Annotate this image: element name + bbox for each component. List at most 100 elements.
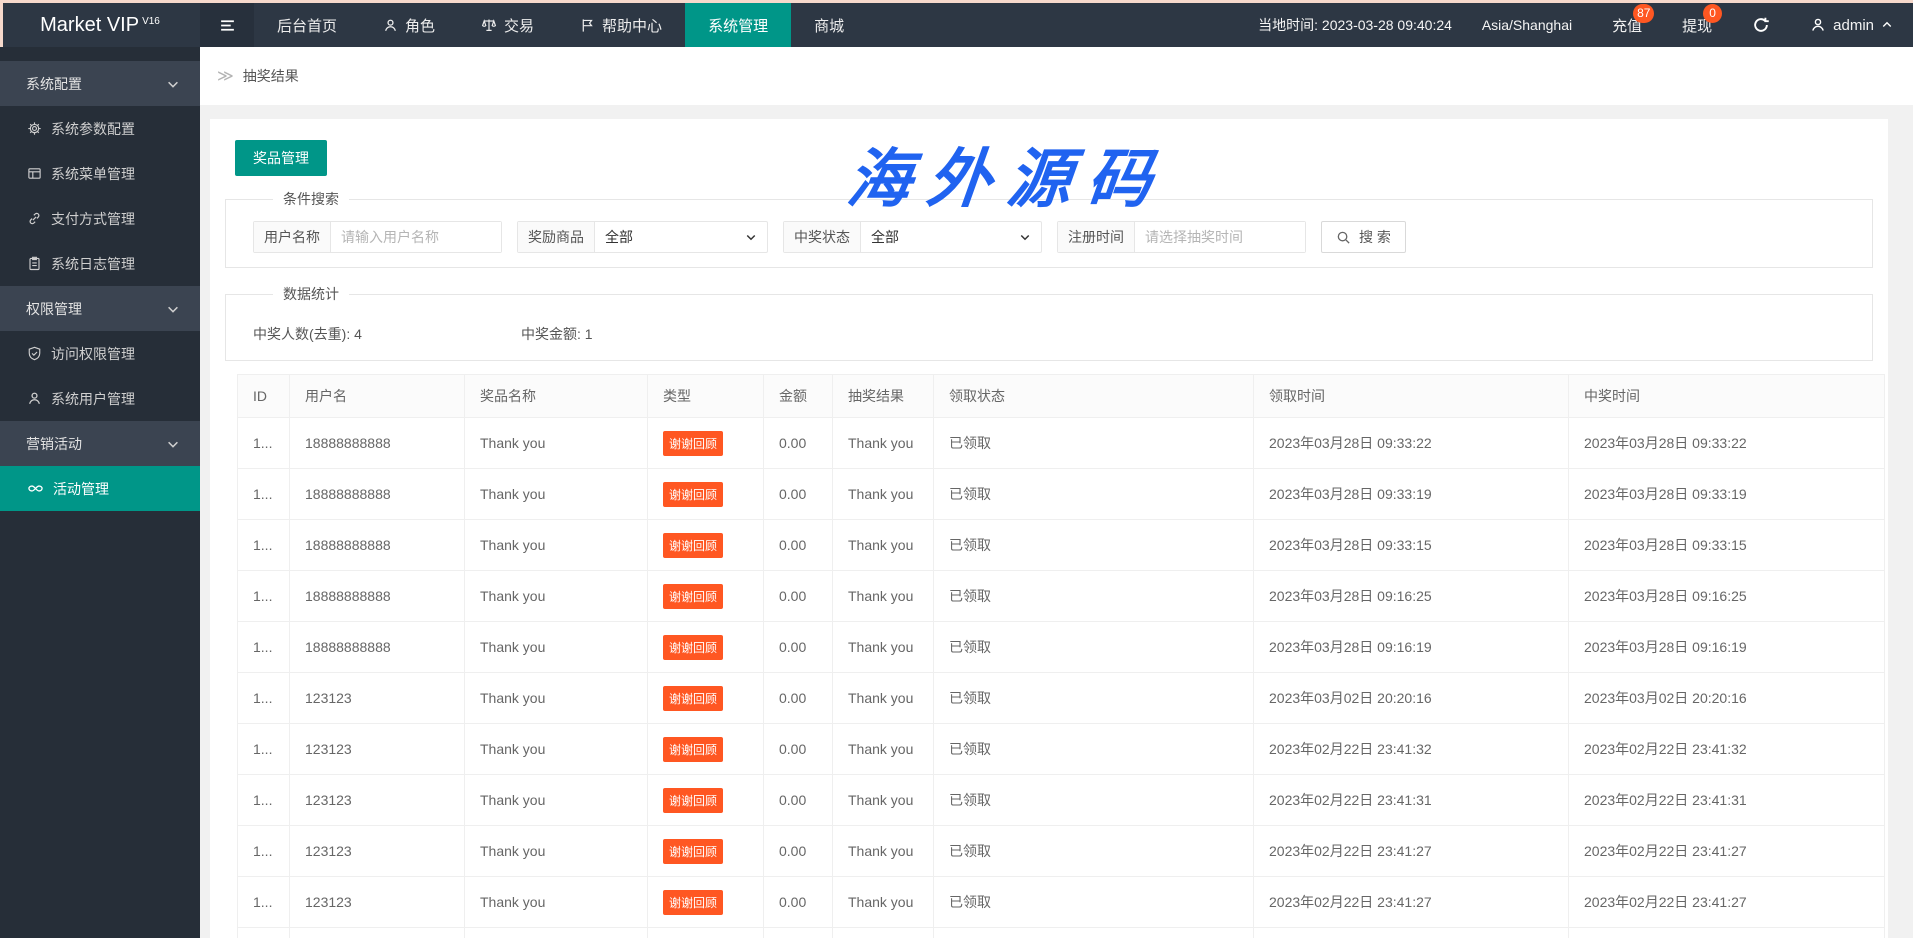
status-select[interactable]: 全部: [861, 222, 1041, 252]
cell-draw-result: Thank you: [832, 417, 934, 469]
cell-win-time: 2023年03月28日 09:16:19: [1568, 621, 1885, 673]
draw-time-input[interactable]: [1135, 222, 1305, 252]
search-button[interactable]: 搜 索: [1321, 221, 1406, 253]
cell-draw-result: Thank you: [832, 519, 934, 571]
sidebar-item[interactable]: 支付方式管理: [0, 196, 200, 241]
user-menu[interactable]: admin: [1810, 17, 1893, 34]
cell-prize-name: Thank you: [464, 774, 648, 826]
sidebar-item[interactable]: 访问权限管理: [0, 331, 200, 376]
cell-claim-time: 2023年03月28日 09:33:19: [1253, 468, 1569, 520]
cell-prize-name: Thank you: [464, 825, 648, 877]
status-select-value: 全部: [871, 229, 899, 245]
cell-amount: 0.00: [763, 672, 833, 724]
cell-username: 18888888888: [289, 417, 465, 469]
status-select-label: 中奖状态: [784, 222, 861, 252]
table-row: 1... 18888888888 Thank you 谢谢回顾 0.00 Tha…: [237, 570, 1885, 622]
chevron-down-icon: [746, 234, 756, 241]
sidebar-item[interactable]: 活动管理: [0, 466, 200, 511]
withdraw-button[interactable]: 提现 0: [1682, 3, 1723, 36]
cell-username: 123123: [289, 927, 465, 938]
column-header: 领取时间: [1253, 374, 1569, 418]
sidebar-group-header[interactable]: 系统配置: [0, 61, 200, 106]
table-row: 1... 18888888888 Thank you 谢谢回顾 0.00 Tha…: [237, 621, 1885, 673]
cell-id: 1...: [237, 621, 290, 673]
chevron-up-icon: [1881, 19, 1893, 31]
type-badge: 谢谢回顾: [663, 685, 724, 711]
nav-item[interactable]: 系统管理: [685, 3, 792, 47]
sidebar-item[interactable]: 系统菜单管理: [0, 151, 200, 196]
cell-type: 谢谢回顾: [647, 570, 764, 622]
cell-amount: 0.00: [763, 774, 833, 826]
sidebar-group-header[interactable]: 营销活动: [0, 421, 200, 466]
username-field-label: 用户名称: [254, 222, 331, 252]
nav-item[interactable]: 角色: [360, 3, 458, 47]
type-badge: 谢谢回顾: [663, 889, 724, 915]
chevron-down-icon: [166, 77, 180, 91]
table-row: 1... 18888888888 Thank you 谢谢回顾 0.00 Tha…: [237, 519, 1885, 571]
cell-id: 1...: [237, 774, 290, 826]
cell-claim-status: 已领取: [933, 723, 1254, 775]
breadcrumb-label: 抽奖结果: [242, 68, 299, 84]
cell-prize-name: Thank you: [464, 927, 648, 938]
cell-win-time: 2023年02月22日 23:41:27: [1568, 876, 1885, 928]
sidebar-item[interactable]: 系统日志管理: [0, 241, 200, 286]
cell-amount: 0.00: [763, 723, 833, 775]
type-badge: 谢谢回顾: [663, 430, 724, 456]
stats-panel-legend: 数据统计: [283, 286, 339, 302]
cell-username: 18888888888: [289, 519, 465, 571]
column-header: 领取状态: [933, 374, 1254, 418]
winners-stat-label: 中奖人数(去重):: [253, 326, 355, 342]
time-field-group: 注册时间: [1057, 221, 1306, 253]
brand-logo: Market VIP V16: [0, 3, 200, 47]
breadcrumb-chevrons-icon: ≫: [217, 68, 234, 85]
time-field-label: 注册时间: [1058, 222, 1135, 252]
refresh-button[interactable]: [1752, 16, 1770, 34]
cell-win-time: 2023年03月28日 09:33:15: [1568, 519, 1885, 571]
cell-claim-time: 2023年02月22日 23:41:24: [1253, 927, 1569, 938]
sidebar-item[interactable]: 系统用户管理: [0, 376, 200, 421]
sidebar-group-header[interactable]: 权限管理: [0, 286, 200, 331]
winners-stat-value: 4: [354, 326, 362, 342]
cell-win-time: 2023年03月28日 09:33:22: [1568, 417, 1885, 469]
cell-type: 谢谢回顾: [647, 417, 764, 469]
amount-stat-label: 中奖金额:: [521, 326, 585, 342]
table-row: 1... 123123 Thank you 谢谢回顾 0.00 Thank yo…: [237, 774, 1885, 826]
main-menu: 后台首页 角色 交易 帮助中心 系统管理 商城: [254, 3, 867, 47]
table-row: 1... 123123 Thank you 谢谢回顾 0.00 Thank yo…: [237, 723, 1885, 775]
prize-select-label: 奖励商品: [518, 222, 595, 252]
prize-manage-button[interactable]: 奖品管理: [235, 140, 327, 176]
cell-prize-name: Thank you: [464, 621, 648, 673]
nav-item[interactable]: 商城: [791, 3, 867, 47]
brand-version: V16: [142, 15, 160, 27]
cell-id: 1...: [237, 723, 290, 775]
gear-icon: [27, 121, 42, 136]
cell-type: 谢谢回顾: [647, 723, 764, 775]
prize-select[interactable]: 全部: [595, 222, 767, 252]
local-time-text: 当地时间: 2023-03-28 09:40:24: [1258, 17, 1452, 33]
cell-claim-time: 2023年03月28日 09:33:15: [1253, 519, 1569, 571]
cell-amount: 0.00: [763, 570, 833, 622]
refresh-icon: [1752, 16, 1770, 34]
nav-item[interactable]: 交易: [458, 3, 557, 47]
table-row: 1... 123123 Thank you 谢谢回顾 0.00 Thank yo…: [237, 672, 1885, 724]
window-top-border: [0, 0, 1913, 3]
recharge-button[interactable]: 充值 87: [1612, 3, 1655, 36]
column-header: 中奖时间: [1568, 374, 1885, 418]
cell-amount: 0.00: [763, 876, 833, 928]
amount-stat-value: 1: [584, 326, 593, 342]
stats-panel: 数据统计 中奖人数(去重): 4 中奖金额: 1: [225, 284, 1873, 361]
sidebar-item[interactable]: 系统参数配置: [0, 106, 200, 151]
cell-draw-result: Thank you: [832, 927, 934, 938]
nav-item[interactable]: 后台首页: [254, 3, 360, 47]
cell-id: 1...: [237, 876, 290, 928]
cell-prize-name: Thank you: [464, 468, 648, 520]
winners-stat: 中奖人数(去重): 4: [253, 324, 521, 344]
hamburger-button[interactable]: [200, 3, 254, 47]
username-input[interactable]: [331, 222, 501, 252]
nav-item[interactable]: 帮助中心: [557, 3, 685, 47]
cell-type: 谢谢回顾: [647, 621, 764, 673]
cell-win-time: 2023年03月28日 09:16:25: [1568, 570, 1885, 622]
cell-claim-time: 2023年02月22日 23:41:27: [1253, 825, 1569, 877]
table-header-row: ID 用户名 奖品名称 类型 金额 抽奖结果 领取状态 领取时间 中奖时间: [237, 374, 1885, 418]
type-badge: 谢谢回顾: [663, 583, 724, 609]
